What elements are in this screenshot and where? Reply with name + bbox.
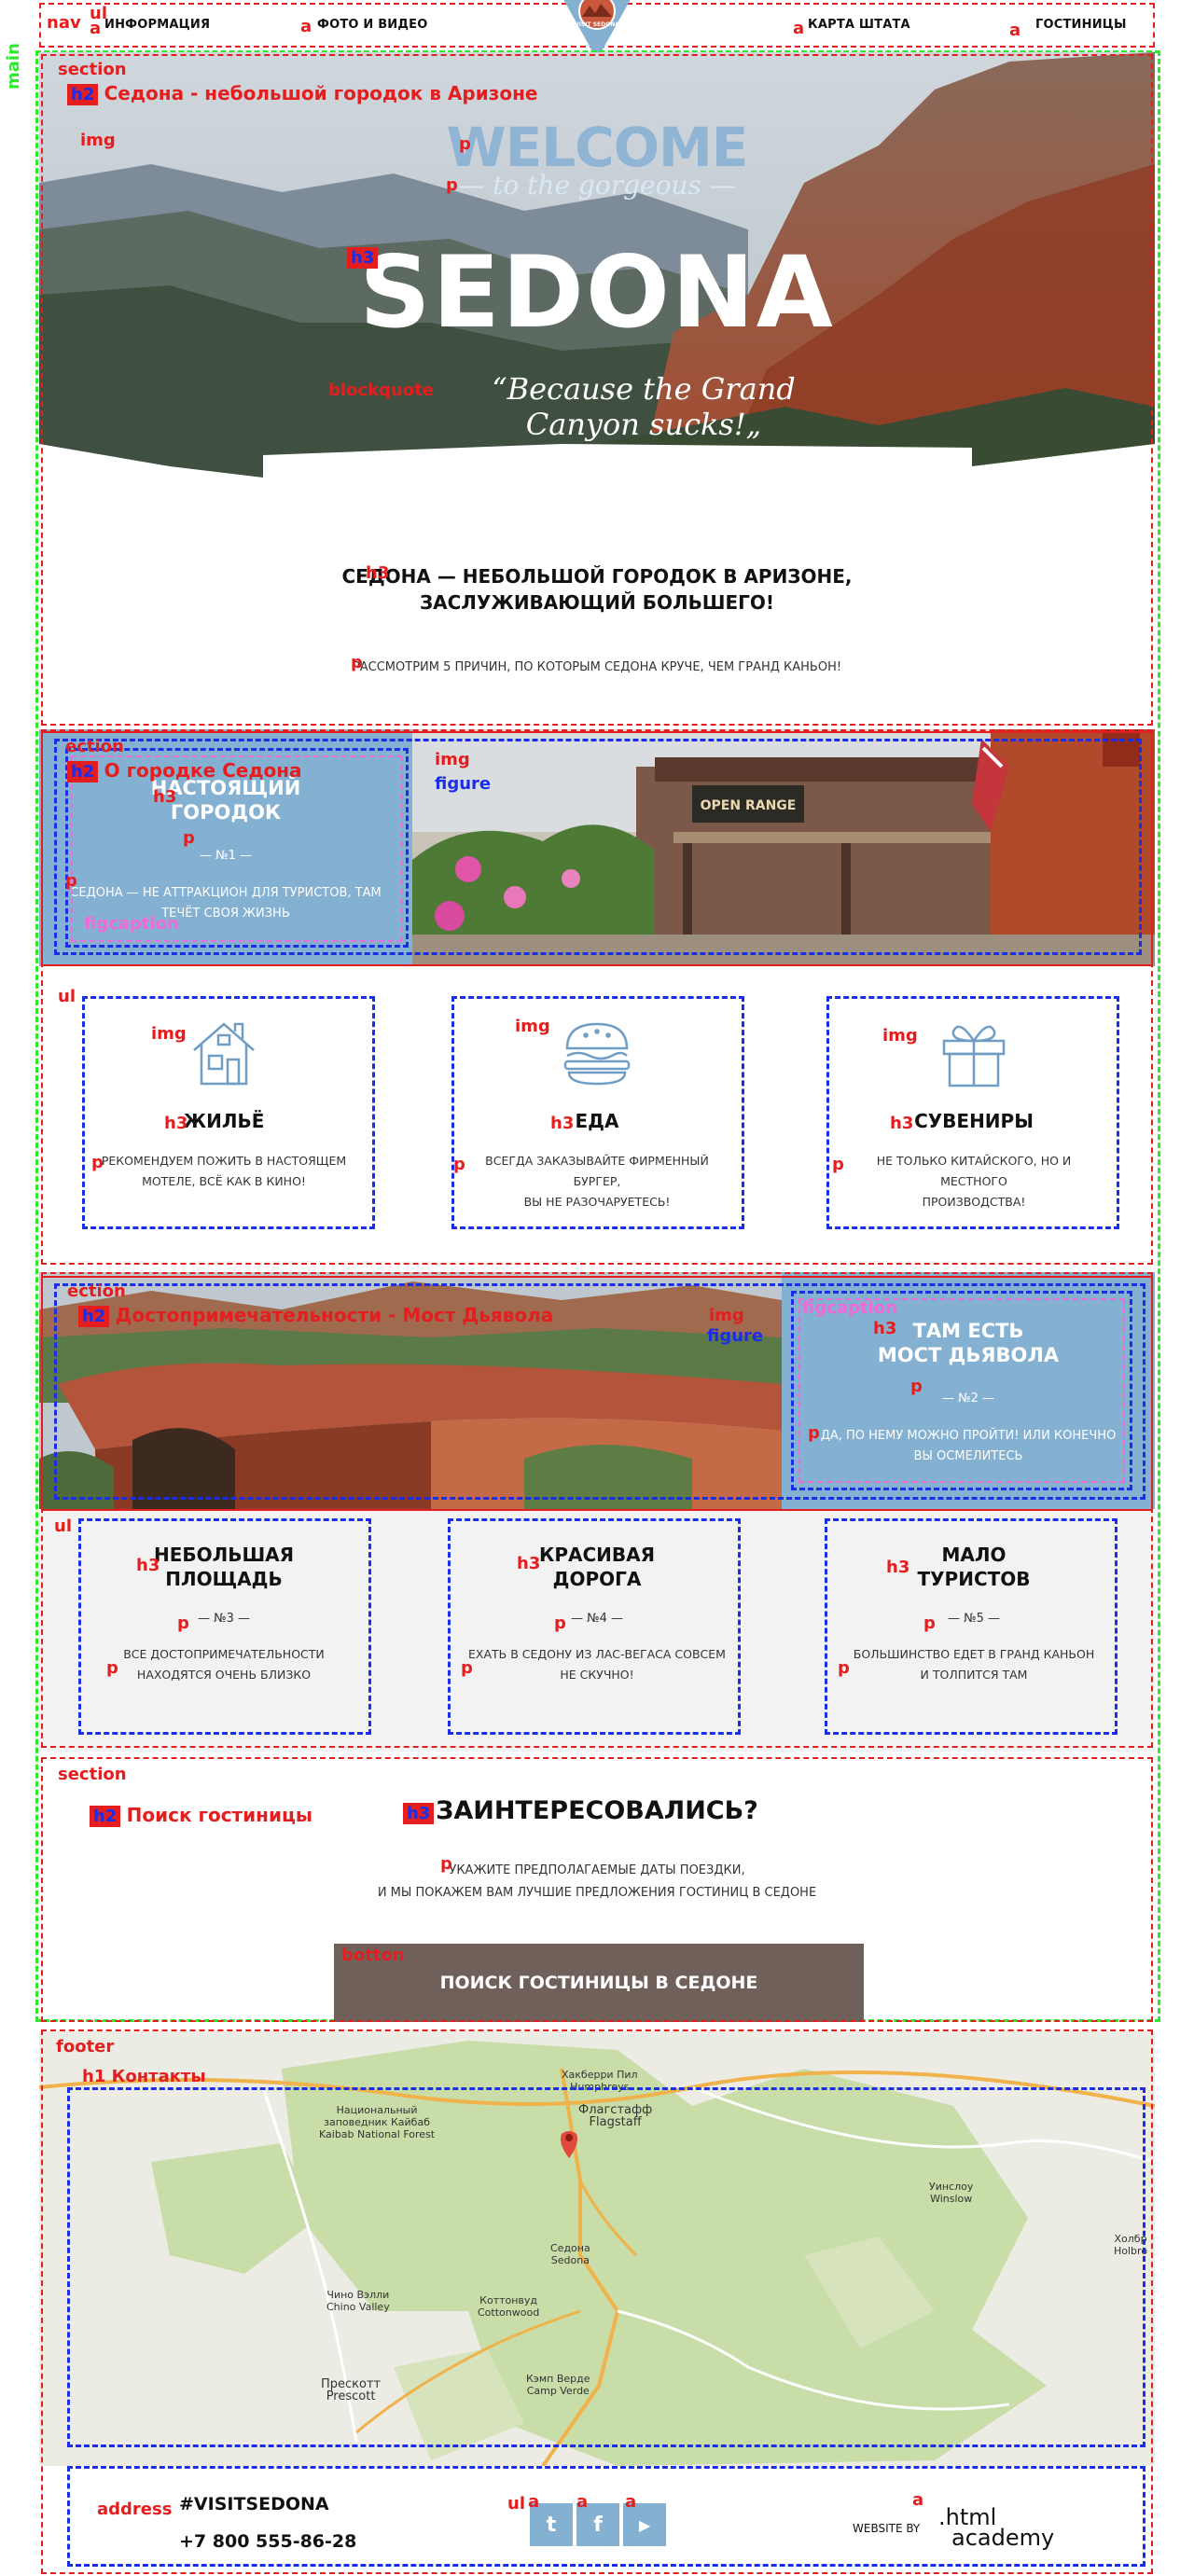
ann-a-4: a [1009, 21, 1021, 40]
ann-bridge-h3-1: h3 [136, 1556, 160, 1575]
ann-bridge-h2-box: h2 [78, 1306, 110, 1327]
ann-hotels-h3-box: h3 [403, 1803, 435, 1824]
ann-h3-feat-1: h3 [164, 1114, 188, 1133]
ann-a-academy: a [912, 2490, 924, 2510]
ann-about-p-num: p [183, 828, 195, 848]
ann-p-sub: p [446, 175, 458, 195]
ann-address: address [97, 2500, 173, 2519]
ann-bridge-p-5: p [461, 1658, 473, 1678]
ann-botton: botton [341, 1946, 405, 1965]
ann-bridge-h2-text: Достопримечательности - Мост Дьявола [115, 1304, 554, 1326]
ann-p-welcome: p [459, 134, 471, 154]
ann-about-h2-text: О городке Седона [104, 759, 302, 782]
ann-bridge-p-1: p [177, 1613, 189, 1633]
ann-bridge-h3-3: h3 [886, 1558, 910, 1577]
ann-footer-h1-text: Контакты [111, 2067, 206, 2086]
nav-link-hotels[interactable]: Гостиницы [1035, 18, 1127, 32]
logo-text: VISIT SEDONA [575, 21, 619, 28]
ann-a-3: a [793, 19, 805, 38]
ann-footer-h1-tag: h1 [82, 2067, 106, 2086]
ann-hero-h2-text: Седона - небольшой городок в Аризоне [104, 82, 538, 104]
ann-p-hero: p [351, 653, 363, 672]
ann-a-social-1: a [528, 2492, 540, 2512]
ann-h2-box: h2 [67, 84, 99, 105]
ann-about-h2-box: h2 [67, 761, 99, 782]
ann-img-bridge: img [709, 1306, 744, 1325]
ann-a-1: a [90, 19, 102, 38]
ann-section-about: ection [65, 737, 124, 756]
ann-bridge-p-2: p [554, 1613, 566, 1633]
hero-section-outline [41, 54, 1153, 726]
ann-img-feat-2: img [515, 1017, 550, 1036]
ann-section-1: section [58, 60, 127, 79]
ann-about-h2: h2 О городке Седона [67, 759, 302, 782]
ann-bridge-p-num: p [910, 1377, 923, 1396]
ann-hotels-h3: h3 [403, 1803, 435, 1824]
ann-bridge-h3-2: h3 [517, 1554, 541, 1573]
ann-about-h3: h3 [153, 787, 177, 807]
ann-bridge-p-4: p [106, 1658, 118, 1678]
address-outline [67, 2466, 1145, 2567]
bridge-caption-pink [798, 1298, 1125, 1483]
nav-link-info[interactable]: Информация [104, 18, 210, 32]
ann-hotels-h2-text: Поиск гостиницы [126, 1804, 312, 1826]
ann-a-2: a [300, 17, 312, 36]
ann-figure-about: figure [435, 774, 492, 794]
ann-bridge-p: p [808, 1423, 820, 1443]
ann-img-feat-1: img [151, 1024, 187, 1044]
ann-figcaption-about: figcaption [84, 914, 179, 934]
ann-ul-bridge: ul [54, 1517, 72, 1536]
ann-img-feat-3: img [882, 1026, 918, 1046]
ann-nav: nav [47, 13, 81, 33]
ann-bridge-p-6: p [838, 1658, 850, 1678]
feature-outline-1 [82, 996, 375, 1229]
nav-link-map[interactable]: Карта штата [808, 18, 910, 32]
ann-h3-feat-2: h3 [550, 1114, 575, 1133]
ann-about-p: p [65, 871, 77, 891]
map-outline [67, 2087, 1145, 2447]
ann-h3-box: h3 [347, 247, 379, 269]
ann-img-about: img [435, 750, 470, 769]
ann-footer-h1: h1 Контакты [82, 2067, 206, 2086]
ann-section-bridge: ection [67, 1281, 126, 1301]
ann-h3-heading: h3 [366, 563, 390, 583]
ann-p-feat-3: p [832, 1155, 844, 1174]
feature-outline-3 [826, 996, 1119, 1229]
ann-footer: footer [56, 2037, 115, 2057]
bridge-feature-outline-3 [825, 1518, 1118, 1735]
ann-h3-feat-3: h3 [890, 1114, 914, 1133]
ann-a-social-3: a [625, 2492, 637, 2512]
ann-bridge-h2: h2 Достопримечательности - Мост Дьявола [78, 1304, 554, 1327]
hotels-section-outline [41, 1757, 1153, 2022]
ann-hotels-h2-box: h2 [90, 1806, 121, 1827]
ann-p-feat-1: p [91, 1153, 104, 1172]
ann-main: main [4, 43, 23, 90]
ann-bridge-p-3: p [923, 1613, 936, 1633]
bridge-feature-outline-1 [78, 1518, 371, 1735]
ann-figure-bridge: figure [707, 1326, 764, 1346]
ann-hotels-h2: h2 Поиск гостиницы [90, 1804, 312, 1827]
ann-bridge-h3: h3 [873, 1319, 897, 1338]
ann-section-hotels: section [58, 1765, 127, 1784]
ann-ul-features: ul [58, 987, 76, 1006]
ann-hero-h2-box: h2 Седона - небольшой городок в Аризоне [67, 82, 538, 105]
feature-outline-2 [451, 996, 744, 1229]
ann-ul-social: ul [507, 2494, 525, 2514]
ann-hotels-p: p [440, 1854, 452, 1874]
ann-a-social-2: a [576, 2492, 589, 2512]
ann-img-hero: img [80, 131, 116, 150]
ann-blockquote: blockquote [328, 381, 434, 400]
ann-p-feat-2: p [453, 1155, 465, 1174]
nav-link-photo[interactable]: Фото и видео [317, 18, 428, 32]
ann-figcaption-bridge: figcaption [802, 1298, 897, 1318]
ann-h3-hero: h3 [347, 247, 379, 269]
bridge-feature-outline-2 [448, 1518, 741, 1735]
